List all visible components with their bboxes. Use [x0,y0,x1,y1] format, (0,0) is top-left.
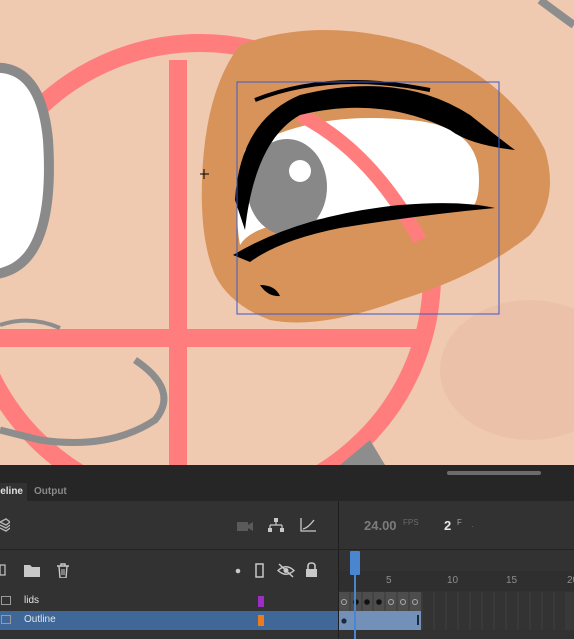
layer-color-swatch[interactable] [258,596,264,607]
layer-parenting-icon[interactable] [268,518,284,532]
outline-toggle-icon[interactable] [255,563,265,578]
highlight-dot-icon[interactable] [235,568,241,574]
eye-slash-icon[interactable] [277,563,295,578]
layer-type-icon [1,615,11,624]
ruler-tick-20: 20 [567,575,574,586]
tab-timeline-label: eline [0,486,23,497]
trash-icon[interactable] [56,563,70,578]
grey-curve [0,318,61,330]
frame-suffix: · [471,522,474,531]
layer-name[interactable]: Outline [24,614,56,625]
lock-icon[interactable] [305,562,318,578]
keyframe-strip-lids[interactable] [339,592,574,611]
frame-ruler[interactable]: 5 10 15 20 [339,571,574,591]
playhead-line [354,573,356,639]
camera-icon[interactable] [237,520,253,532]
stage-horizontal-scrollbar[interactable] [0,465,574,483]
cheek-blush [440,300,574,440]
layer-row-lids[interactable]: lids [0,592,338,611]
graph-icon[interactable] [300,518,316,532]
folder-icon[interactable] [24,564,40,577]
fps-value[interactable]: 24.00 [364,518,397,533]
stage-canvas[interactable] [0,0,574,465]
layer-type-icon [1,596,11,605]
new-layer-icon[interactable] [0,564,6,576]
scrollbar-thumb[interactable] [447,471,541,475]
ruler-tick-15: 15 [506,575,518,586]
keyframe-strip-outline[interactable] [339,611,574,630]
current-frame[interactable]: 2 [444,518,451,533]
ruler-tick-10: 10 [447,575,459,586]
ruler-tick-5: 5 [386,575,392,586]
left-eye [0,62,54,279]
character-artwork[interactable] [0,0,574,465]
frames-row-lids[interactable] [339,592,574,611]
frame-unit: F [457,518,462,527]
layer-row-outline[interactable]: Outline [0,611,338,630]
panel-tabs: eline Output [0,483,574,501]
timeline-panel: eline Output 24.00 FPS 2 F · 5 10 15 2 l… [0,465,574,639]
tab-output[interactable]: Output [30,483,78,501]
layers-icon[interactable] [0,518,10,532]
frames-row-outline[interactable] [339,611,574,630]
grey-curve-top [537,0,574,29]
playhead[interactable] [350,551,360,575]
toolbar-separator [0,549,574,550]
layer-name[interactable]: lids [24,595,39,606]
eye-highlight [289,160,311,182]
fps-unit: FPS [403,518,419,527]
layer-color-swatch[interactable] [258,615,264,626]
tab-timeline[interactable]: eline [0,483,27,501]
